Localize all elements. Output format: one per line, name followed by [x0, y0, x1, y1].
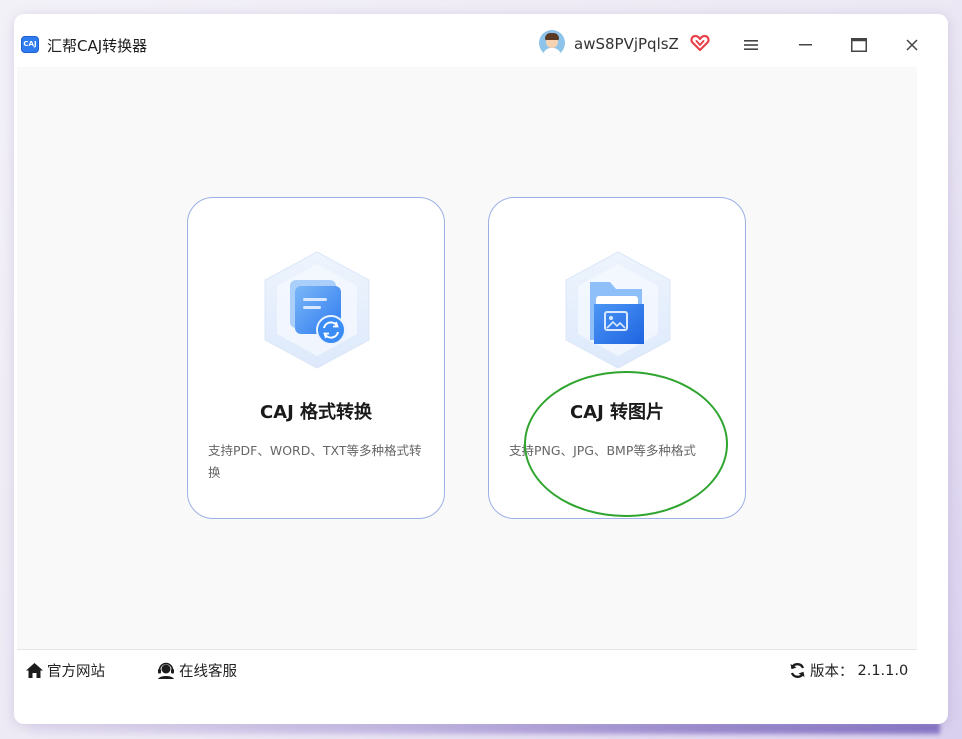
- app-logo-icon: CAJ: [21, 36, 39, 53]
- maximize-button[interactable]: [846, 32, 872, 58]
- home-icon: [26, 663, 43, 678]
- card-description: 支持PDF、WORD、TXT等多种格式转换: [208, 443, 422, 480]
- image-folder-icon: [565, 251, 671, 369]
- customer-service-icon: [158, 662, 174, 679]
- footer-bar: 官方网站 在线客服 版本： 2.1.1.0: [17, 649, 917, 693]
- maximize-icon: [851, 38, 867, 52]
- document-convert-icon: [264, 251, 370, 369]
- version-info[interactable]: 版本： 2.1.1.0: [789, 660, 908, 681]
- minimize-icon: [798, 44, 812, 46]
- username[interactable]: awS8PVjPqlsZ: [574, 35, 679, 53]
- close-icon: [906, 39, 918, 51]
- hamburger-icon: [744, 40, 758, 50]
- card-title: CAJ 格式转换: [259, 402, 373, 423]
- close-button[interactable]: [899, 32, 925, 58]
- refresh-icon: [790, 663, 805, 678]
- menu-button[interactable]: [738, 32, 764, 58]
- card-title: CAJ 转图片: [569, 402, 665, 423]
- official-site-link[interactable]: 官方网站: [25, 660, 105, 681]
- official-site-label: 官方网站: [47, 664, 105, 680]
- main-content: CAJ 格式转换 支持PDF、WORD、TXT等多种格式转换 CAJ 转图片 支…: [17, 67, 917, 649]
- user-avatar[interactable]: [539, 30, 565, 56]
- version-value: 2.1.1.0: [857, 662, 909, 679]
- title-bar[interactable]: CAJ 汇帮CAJ转换器 awS8PVjPqlsZ: [17, 22, 918, 68]
- card-description: 支持PNG、JPG、BMP等多种格式: [509, 443, 696, 458]
- app-title: 汇帮CAJ转换器: [47, 37, 148, 55]
- version-label: 版本：: [810, 664, 854, 680]
- online-service-link[interactable]: 在线客服: [156, 660, 237, 681]
- minimize-button[interactable]: [792, 32, 818, 58]
- caj-to-image-card[interactable]: CAJ 转图片 支持PNG、JPG、BMP等多种格式: [488, 197, 746, 519]
- caj-format-convert-card[interactable]: CAJ 格式转换 支持PDF、WORD、TXT等多种格式转换: [187, 197, 445, 519]
- online-service-label: 在线客服: [179, 664, 237, 680]
- vip-heart-icon[interactable]: [690, 33, 710, 53]
